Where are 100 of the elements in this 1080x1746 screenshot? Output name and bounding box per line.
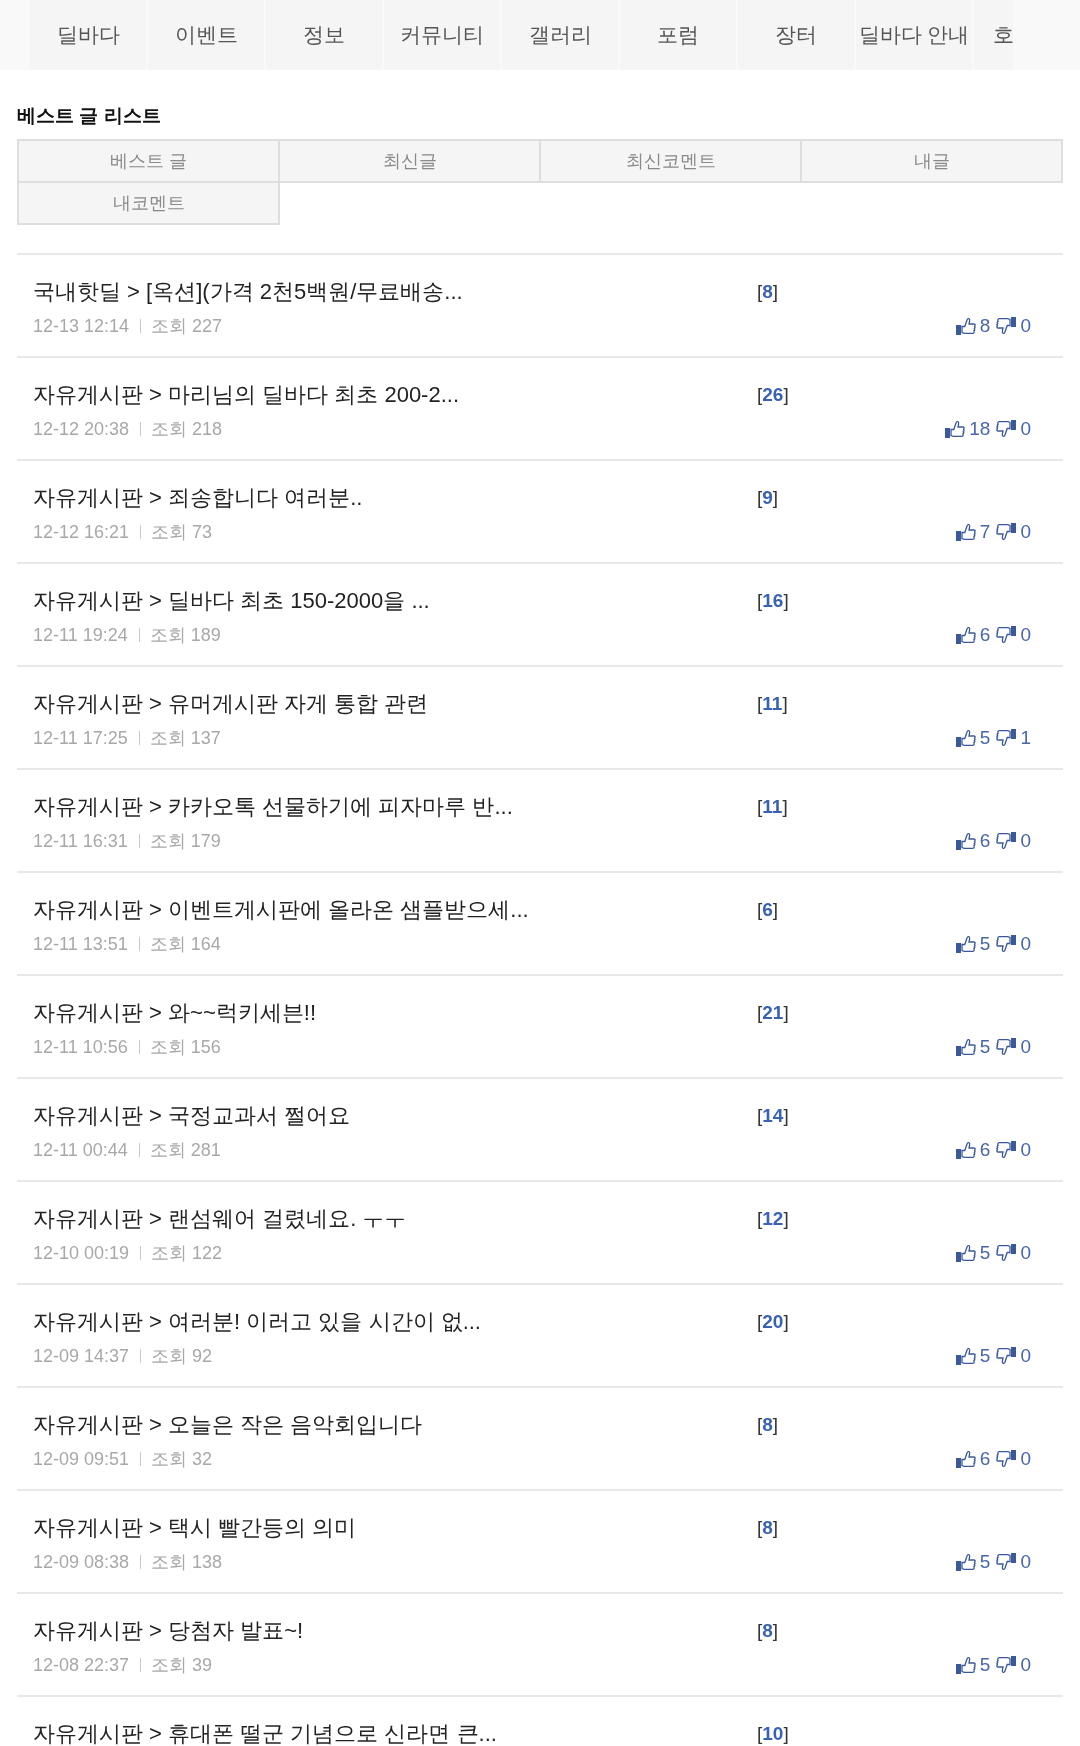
like-count: 5 [979, 726, 991, 750]
thumbs-up-icon[interactable] [955, 1656, 976, 1674]
thumbs-up-icon[interactable] [955, 935, 976, 953]
nav-link[interactable]: 딜바다 [30, 0, 148, 70]
nav-link[interactable]: 포럼 [620, 0, 738, 70]
post-title[interactable]: 자유게시판 > 딜바다 최초 150-2000을 ... [33, 590, 430, 612]
comment-count[interactable]: [9] [757, 487, 779, 509]
thumbs-down-icon[interactable] [996, 626, 1017, 644]
comment-count[interactable]: [10] [757, 1723, 789, 1745]
thumbs-up-icon[interactable] [955, 832, 976, 850]
thumbs-down-icon[interactable] [996, 832, 1017, 850]
like-count: 5 [979, 932, 991, 956]
comment-count[interactable]: [8] [757, 1414, 779, 1436]
post-date: 12-08 22:37 [33, 1654, 130, 1677]
thumbs-up-icon[interactable] [955, 1347, 976, 1365]
thumbs-down-icon[interactable] [996, 1038, 1017, 1056]
dislike-count: 0 [1020, 1653, 1031, 1677]
nav-link[interactable]: 이벤트 [148, 0, 266, 70]
thumbs-down-icon[interactable] [996, 1141, 1017, 1159]
thumbs-up-icon[interactable] [955, 1141, 976, 1159]
view-count: 조회 92 [151, 1345, 213, 1368]
post-date: 12-10 00:19 [33, 1242, 130, 1265]
nav-link[interactable]: 장터 [738, 0, 856, 70]
thumbs-up-icon[interactable] [955, 317, 976, 335]
comment-count[interactable]: [21] [757, 1002, 789, 1024]
post-title[interactable]: 자유게시판 > 당첨자 발표~! [33, 1620, 304, 1642]
dislike-count: 0 [1020, 1241, 1031, 1265]
view-count: 조회 281 [149, 1139, 221, 1162]
thumbs-up-icon[interactable] [955, 626, 976, 644]
thumbs-down-icon[interactable] [996, 729, 1017, 747]
view-count: 조회 189 [149, 624, 221, 647]
post-date: 12-11 16:31 [33, 830, 128, 853]
comment-count[interactable]: [11] [757, 796, 788, 818]
nav-link[interactable]: 커뮤니티 [384, 0, 502, 70]
dislike-count: 0 [1020, 1138, 1031, 1162]
comment-count[interactable]: [12] [757, 1208, 789, 1230]
thumbs-down-icon[interactable] [996, 935, 1017, 953]
post-title[interactable]: 자유게시판 > 여러분! 이러고 있을 시간이 없... [33, 1311, 481, 1333]
dislike-count: 1 [1020, 726, 1031, 750]
post-title[interactable]: 자유게시판 > 마리님의 딜바다 최초 200-2... [33, 384, 459, 406]
comment-count[interactable]: [20] [757, 1311, 789, 1333]
comment-count[interactable]: [16] [757, 590, 789, 612]
post-date: 12-09 08:38 [33, 1551, 130, 1574]
thumbs-up-icon[interactable] [955, 1244, 976, 1262]
thumbs-down-icon[interactable] [996, 1553, 1017, 1571]
like-count: 5 [979, 1653, 991, 1677]
post-title[interactable]: 자유게시판 > 와~~럭키세븐!! [33, 1002, 316, 1024]
thumbs-down-icon[interactable] [996, 317, 1017, 335]
comment-count[interactable]: [14] [757, 1105, 789, 1127]
view-count: 조회 39 [151, 1654, 213, 1677]
like-count: 6 [979, 1447, 991, 1471]
like-count: 6 [979, 1138, 991, 1162]
like-count: 5 [979, 1035, 991, 1059]
post-date: 12-12 16:21 [33, 521, 130, 544]
post-title[interactable]: 자유게시판 > 카카오톡 선물하기에 피자마루 반... [33, 796, 513, 818]
comment-count[interactable]: [11] [757, 693, 788, 715]
post-date: 12-11 10:56 [33, 1036, 128, 1059]
thumbs-up-icon[interactable] [955, 729, 976, 747]
post-title[interactable]: 자유게시판 > 이벤트게시판에 올라온 샘플받으세... [33, 899, 529, 921]
thumbs-down-icon[interactable] [996, 1347, 1017, 1365]
thumbs-up-icon[interactable] [955, 523, 976, 541]
post-title[interactable]: 자유게시판 > 휴대폰 떨군 기념으로 신라면 큰... [33, 1723, 497, 1745]
comment-count[interactable]: [26] [757, 384, 789, 406]
comment-count[interactable]: [8] [757, 1517, 779, 1539]
thumbs-up-icon[interactable] [955, 1038, 976, 1056]
comment-count[interactable]: [8] [757, 1620, 779, 1642]
dislike-count: 0 [1020, 314, 1031, 338]
post-title[interactable]: 자유게시판 > 죄송합니다 여러분.. [33, 487, 363, 509]
nav-link[interactable]: 호 [974, 0, 1013, 70]
section-title: 베스트 글 리스트 [17, 104, 162, 128]
post-date: 12-11 00:44 [33, 1139, 128, 1162]
thumbs-down-icon[interactable] [996, 523, 1017, 541]
thumbs-down-icon[interactable] [996, 1450, 1017, 1468]
post-title[interactable]: 자유게시판 > 유머게시판 자게 통합 관련 [33, 693, 429, 715]
like-count: 6 [979, 829, 991, 853]
view-count: 조회 218 [151, 418, 223, 441]
view-count: 조회 137 [149, 727, 221, 750]
post-title[interactable]: 자유게시판 > 국정교과서 쩔어요 [33, 1105, 351, 1127]
view-count: 조회 164 [149, 933, 221, 956]
thumbs-up-icon[interactable] [955, 1553, 976, 1571]
post-date: 12-12 20:38 [33, 418, 130, 441]
nav-link[interactable]: 딜바다 안내 [856, 0, 974, 70]
dislike-count: 0 [1020, 932, 1031, 956]
comment-count[interactable]: [6] [757, 899, 779, 921]
dislike-count: 0 [1020, 1447, 1031, 1471]
dislike-count: 0 [1020, 417, 1031, 441]
thumbs-down-icon[interactable] [996, 420, 1017, 438]
dislike-count: 0 [1020, 1035, 1031, 1059]
post-title[interactable]: 자유게시판 > 택시 빨간등의 의미 [33, 1517, 357, 1539]
nav-link[interactable]: 갤러리 [502, 0, 620, 70]
thumbs-down-icon[interactable] [996, 1244, 1017, 1262]
view-count: 조회 156 [149, 1036, 221, 1059]
thumbs-up-icon[interactable] [945, 420, 966, 438]
thumbs-down-icon[interactable] [996, 1656, 1017, 1674]
comment-count[interactable]: [8] [757, 281, 779, 303]
thumbs-up-icon[interactable] [955, 1450, 976, 1468]
post-title[interactable]: 자유게시판 > 랜섬웨어 걸렸네요. ㅜㅜ [33, 1208, 407, 1230]
post-title[interactable]: 국내핫딜 > [옥션](가격 2천5백원/무료배송... [33, 281, 463, 303]
nav-link[interactable]: 정보 [266, 0, 384, 70]
post-title[interactable]: 자유게시판 > 오늘은 작은 음악회입니다 [33, 1414, 423, 1436]
